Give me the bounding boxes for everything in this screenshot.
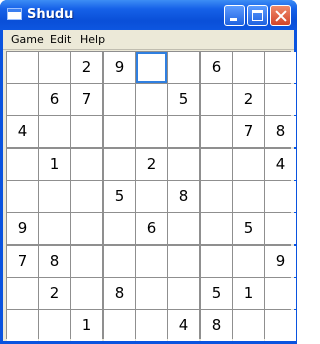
board-cell-r2c7[interactable] (201, 84, 232, 115)
board-cell-r7c1[interactable]: 7 (7, 246, 38, 277)
minimize-button[interactable] (224, 5, 245, 26)
board-cell-r7c2[interactable]: 8 (39, 246, 70, 277)
board-cell-r7c6[interactable] (168, 246, 199, 277)
board-cell-r5c3[interactable] (71, 181, 102, 212)
board-cell-r7c9[interactable]: 9 (265, 246, 296, 277)
board-cell-r6c3[interactable] (71, 213, 102, 244)
board-cell-r5c5[interactable] (136, 181, 167, 212)
client-area: Game Edit Help 2966752478124589657892851… (3, 30, 296, 341)
board-cell-r3c5[interactable] (136, 116, 167, 147)
app-window: Shudu Game Edit Help 2966752478124589657… (0, 0, 297, 344)
board-cell-r8c6[interactable] (168, 278, 199, 309)
board-cell-r1c6[interactable] (168, 52, 199, 83)
board-cell-r5c4[interactable]: 5 (104, 181, 135, 212)
board-cell-r9c8[interactable] (233, 310, 264, 341)
board-cell-r9c2[interactable] (39, 310, 70, 341)
board-cell-r4c2[interactable]: 1 (39, 149, 70, 180)
board-cell-r5c8[interactable] (233, 181, 264, 212)
board-cell-r3c7[interactable] (201, 116, 232, 147)
board-cell-r7c4[interactable] (104, 246, 135, 277)
board-cell-r1c1[interactable] (7, 52, 38, 83)
selected-cell[interactable] (136, 52, 167, 83)
board-cell-r3c2[interactable] (39, 116, 70, 147)
board-cell-r9c9[interactable] (265, 310, 296, 341)
board-cell-r7c3[interactable] (71, 246, 102, 277)
board-cell-r8c9[interactable] (265, 278, 296, 309)
board-cell-r6c4[interactable] (104, 213, 135, 244)
board-cell-r4c4[interactable] (104, 149, 135, 180)
board-cell-r8c4[interactable]: 8 (104, 278, 135, 309)
board-cell-r9c7[interactable]: 8 (201, 310, 232, 341)
sudoku-board: 2966752478124589657892851148 (6, 51, 296, 341)
board-cell-r6c9[interactable] (265, 213, 296, 244)
board-cell-r7c7[interactable] (201, 246, 232, 277)
board-cell-r1c9[interactable] (265, 52, 296, 83)
board-cell-r5c7[interactable] (201, 181, 232, 212)
board-cell-r4c1[interactable] (7, 149, 38, 180)
board-cell-r2c8[interactable]: 2 (233, 84, 264, 115)
close-button[interactable] (270, 5, 291, 26)
board-cell-r2c9[interactable] (265, 84, 296, 115)
menu-game[interactable]: Game (11, 33, 44, 46)
board-cell-r8c7[interactable]: 5 (201, 278, 232, 309)
board-cell-r2c2[interactable]: 6 (39, 84, 70, 115)
board-cell-r7c8[interactable] (233, 246, 264, 277)
board-cell-r6c8[interactable]: 5 (233, 213, 264, 244)
board-cell-r9c1[interactable] (7, 310, 38, 341)
board-cell-r8c3[interactable] (71, 278, 102, 309)
board-cell-r2c1[interactable] (7, 84, 38, 115)
board-cell-r2c4[interactable] (104, 84, 135, 115)
board-cell-r4c5[interactable]: 2 (136, 149, 167, 180)
board-cell-r9c4[interactable] (104, 310, 135, 341)
board-cell-r3c3[interactable] (71, 116, 102, 147)
board-cell-r4c8[interactable] (233, 149, 264, 180)
board-cell-r5c1[interactable] (7, 181, 38, 212)
board-cell-r9c3[interactable]: 1 (71, 310, 102, 341)
menu-bar: Game Edit Help (3, 30, 294, 50)
window-title: Shudu (27, 7, 74, 22)
board-cell-r3c9[interactable]: 8 (265, 116, 296, 147)
board-cell-r8c1[interactable] (7, 278, 38, 309)
board-cell-r6c5[interactable]: 6 (136, 213, 167, 244)
board-cell-r4c6[interactable] (168, 149, 199, 180)
board-cell-r3c1[interactable]: 4 (7, 116, 38, 147)
board-cell-r2c3[interactable]: 7 (71, 84, 102, 115)
board-cell-r5c2[interactable] (39, 181, 70, 212)
board-cell-r1c7[interactable]: 6 (201, 52, 232, 83)
board-cell-r3c6[interactable] (168, 116, 199, 147)
board-cell-r6c2[interactable] (39, 213, 70, 244)
board-cell-r3c8[interactable]: 7 (233, 116, 264, 147)
board-cell-r1c2[interactable] (39, 52, 70, 83)
board-cell-r2c5[interactable] (136, 84, 167, 115)
board-cell-r7c5[interactable] (136, 246, 167, 277)
board-cell-r4c3[interactable] (71, 149, 102, 180)
board-cell-r8c8[interactable]: 1 (233, 278, 264, 309)
board-cell-r9c5[interactable] (136, 310, 167, 341)
board-cell-r4c7[interactable] (201, 149, 232, 180)
board-cell-r8c2[interactable]: 2 (39, 278, 70, 309)
menu-edit[interactable]: Edit (50, 33, 71, 46)
board-cell-r3c4[interactable] (104, 116, 135, 147)
board-cell-r5c9[interactable] (265, 181, 296, 212)
maximize-button[interactable] (247, 5, 268, 26)
board-cell-r8c5[interactable] (136, 278, 167, 309)
board-cell-r6c6[interactable] (168, 213, 199, 244)
board-cell-r1c8[interactable] (233, 52, 264, 83)
board-cell-r4c9[interactable]: 4 (265, 149, 296, 180)
title-bar[interactable]: Shudu (0, 0, 297, 30)
menu-help[interactable]: Help (80, 33, 105, 46)
board-cell-r6c1[interactable]: 9 (7, 213, 38, 244)
board-cell-r5c6[interactable]: 8 (168, 181, 199, 212)
board-cell-r1c4[interactable]: 9 (104, 52, 135, 83)
app-window-icon (7, 8, 22, 20)
board-cell-r2c6[interactable]: 5 (168, 84, 199, 115)
board-cell-r9c6[interactable]: 4 (168, 310, 199, 341)
board-cell-r1c3[interactable]: 2 (71, 52, 102, 83)
board-cell-r6c7[interactable] (201, 213, 232, 244)
